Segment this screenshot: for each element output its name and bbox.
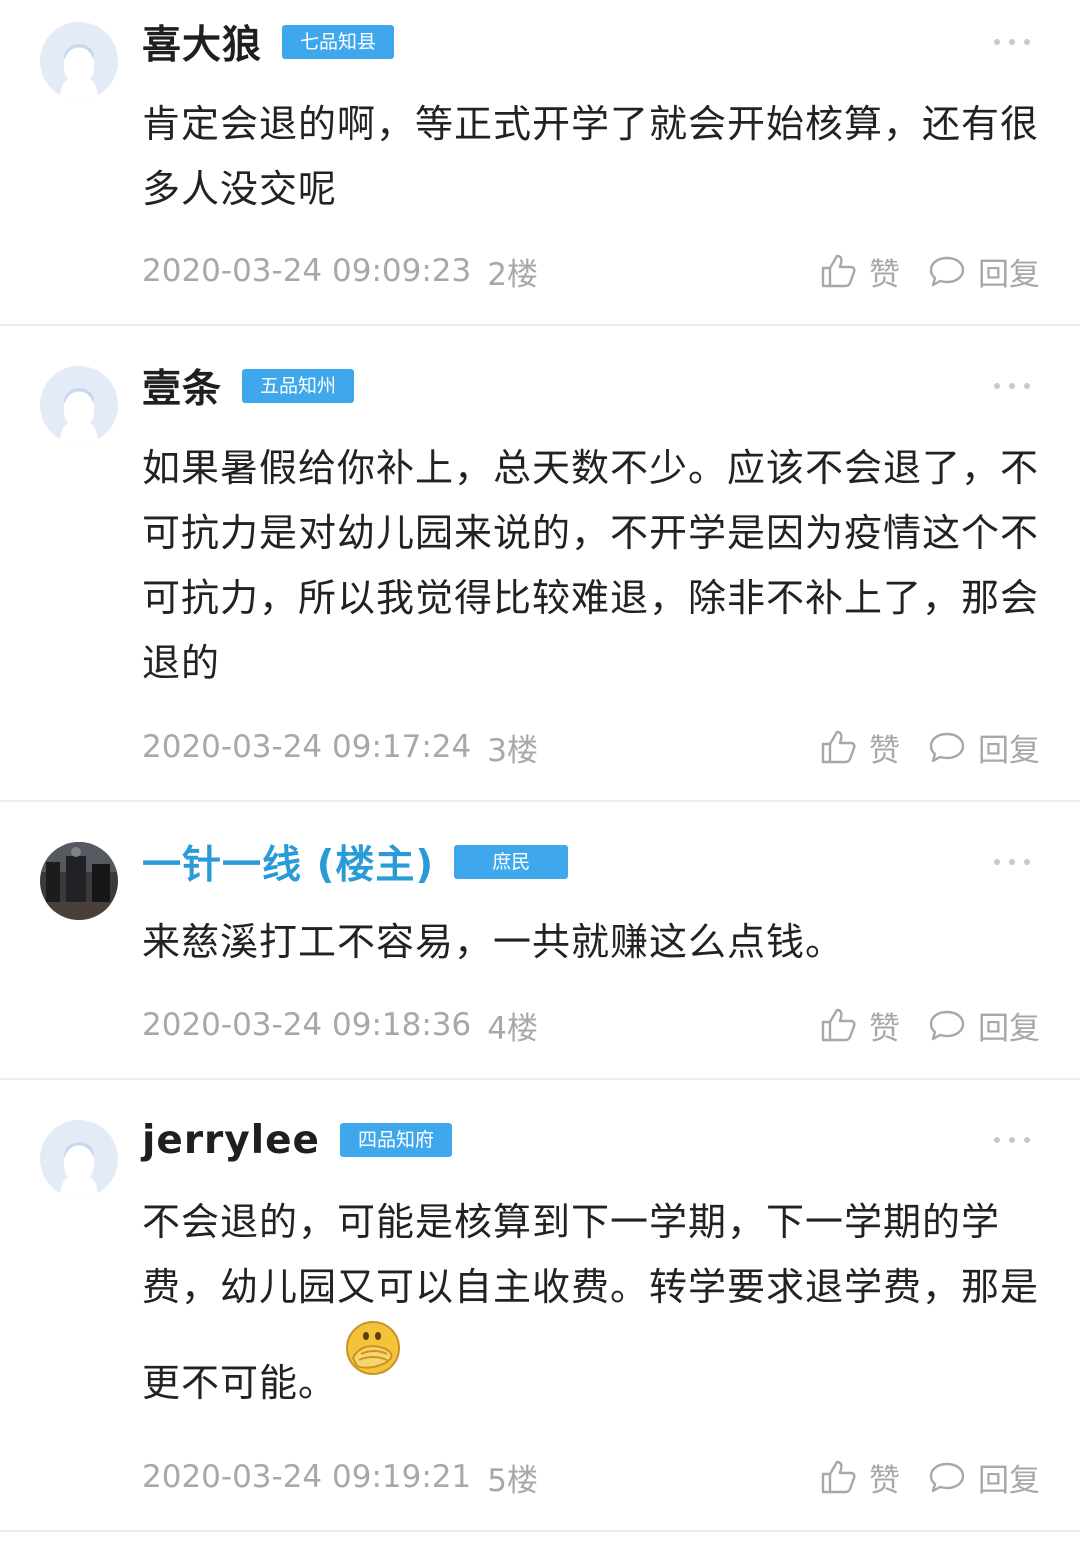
thumbs-up-icon [819,252,857,290]
comment-header: jerrylee 四品知府 [142,1110,452,1170]
comment-header: 喜大狼 七品知县 [142,12,395,72]
timestamp: 2020-03-24 09:18:36 [142,1007,472,1043]
username[interactable]: 壹条 [142,358,222,414]
username[interactable]: jerrylee [142,1118,320,1163]
thumbs-up-icon [819,1458,857,1496]
rank-badge: 七品知县 [282,25,395,59]
reply-button[interactable]: 回复 [928,1455,1040,1500]
comment-header: 一针一线 (楼主) 庶民 [142,832,569,892]
like-label: 赞 [869,1462,900,1499]
rank-badge: 四品知府 [339,1123,452,1157]
reply-label: 回复 [978,732,1040,769]
rank-badge: 庶民 [454,845,569,879]
comment-item: jerrylee 四品知府 不会退的，可能是核算到下一学期，下一学期的学费，幼儿… [0,1080,1080,1532]
comment-actions: 赞 回复 [819,1003,1040,1048]
reply-button[interactable]: 回复 [928,1003,1040,1048]
thumbs-up-icon [819,728,857,766]
covering-mouth-emoji-icon [345,1320,401,1396]
avatar[interactable] [40,22,118,100]
floor-number: 4楼 [487,1010,538,1047]
comment-actions: 赞 回复 [819,1455,1040,1500]
reply-label: 回复 [978,1462,1040,1499]
speech-bubble-icon [928,1006,966,1044]
username[interactable]: 一针一线 (楼主) [142,834,434,890]
comment-item: 喜大狼 七品知县 肯定会退的啊，等正式开学了就会开始核算，还有很多人没交呢 20… [0,0,1080,326]
like-label: 赞 [869,1010,900,1047]
timestamp: 2020-03-24 09:19:21 [142,1459,472,1495]
like-label: 赞 [869,256,900,293]
more-dots-icon[interactable] [994,38,1030,46]
reply-button[interactable]: 回复 [928,249,1040,294]
floor-number: 3楼 [487,732,538,769]
comment-text: 如果暑假给你补上，总天数不少。应该不会退了，不可抗力是对幼儿园来说的，不开学是因… [142,446,1040,685]
like-label: 赞 [869,732,900,769]
reply-label: 回复 [978,1010,1040,1047]
timestamp: 2020-03-24 09:17:24 [142,729,472,765]
more-dots-icon[interactable] [994,382,1030,390]
more-dots-icon[interactable] [994,1136,1030,1144]
speech-bubble-icon [928,728,966,766]
reply-label: 回复 [978,256,1040,293]
comment-actions: 赞 回复 [819,249,1040,294]
like-button[interactable]: 赞 [819,249,900,294]
comment-text-content: 不会退的，可能是核算到下一学期，下一学期的学费，幼儿园又可以自主收费。转学要求退… [142,1200,1040,1405]
like-button[interactable]: 赞 [819,1455,900,1500]
avatar[interactable] [40,1120,118,1198]
like-button[interactable]: 赞 [819,1003,900,1048]
comment-text: 不会退的，可能是核算到下一学期，下一学期的学费，幼儿园又可以自主收费。转学要求退… [142,1190,1042,1416]
speech-bubble-icon [928,1458,966,1496]
comment-footer: 2020-03-24 09:09:23 2楼 赞 回复 [142,246,1040,296]
comment-item: 一针一线 (楼主) 庶民 来慈溪打工不容易，一共就赚这么点钱。 2020-03-… [0,802,1080,1080]
comment-text: 肯定会退的啊，等正式开学了就会开始核算，还有很多人没交呢 [142,102,1040,211]
avatar[interactable] [40,842,118,920]
speech-bubble-icon [928,252,966,290]
rank-badge: 五品知州 [242,369,355,403]
comment-text: 来慈溪打工不容易，一共就赚这么点钱。 [142,920,845,964]
like-button[interactable]: 赞 [819,725,900,770]
comment-footer: 2020-03-24 09:18:36 4楼 赞 回复 [142,1000,1040,1050]
comment-header: 壹条 五品知州 [142,356,355,416]
more-dots-icon[interactable] [994,858,1030,866]
timestamp: 2020-03-24 09:09:23 [142,253,472,289]
comment-actions: 赞 回复 [819,725,1040,770]
avatar[interactable] [40,366,118,444]
username[interactable]: 喜大狼 [142,14,262,70]
comment-footer: 2020-03-24 09:17:24 3楼 赞 回复 [142,722,1040,772]
floor-number: 5楼 [487,1462,538,1499]
thumbs-up-icon [819,1006,857,1044]
reply-button[interactable]: 回复 [928,725,1040,770]
floor-number: 2楼 [487,256,538,293]
comment-item: 壹条 五品知州 如果暑假给你补上，总天数不少。应该不会退了，不可抗力是对幼儿园来… [0,326,1080,802]
comment-footer: 2020-03-24 09:19:21 5楼 赞 回复 [142,1452,1040,1502]
